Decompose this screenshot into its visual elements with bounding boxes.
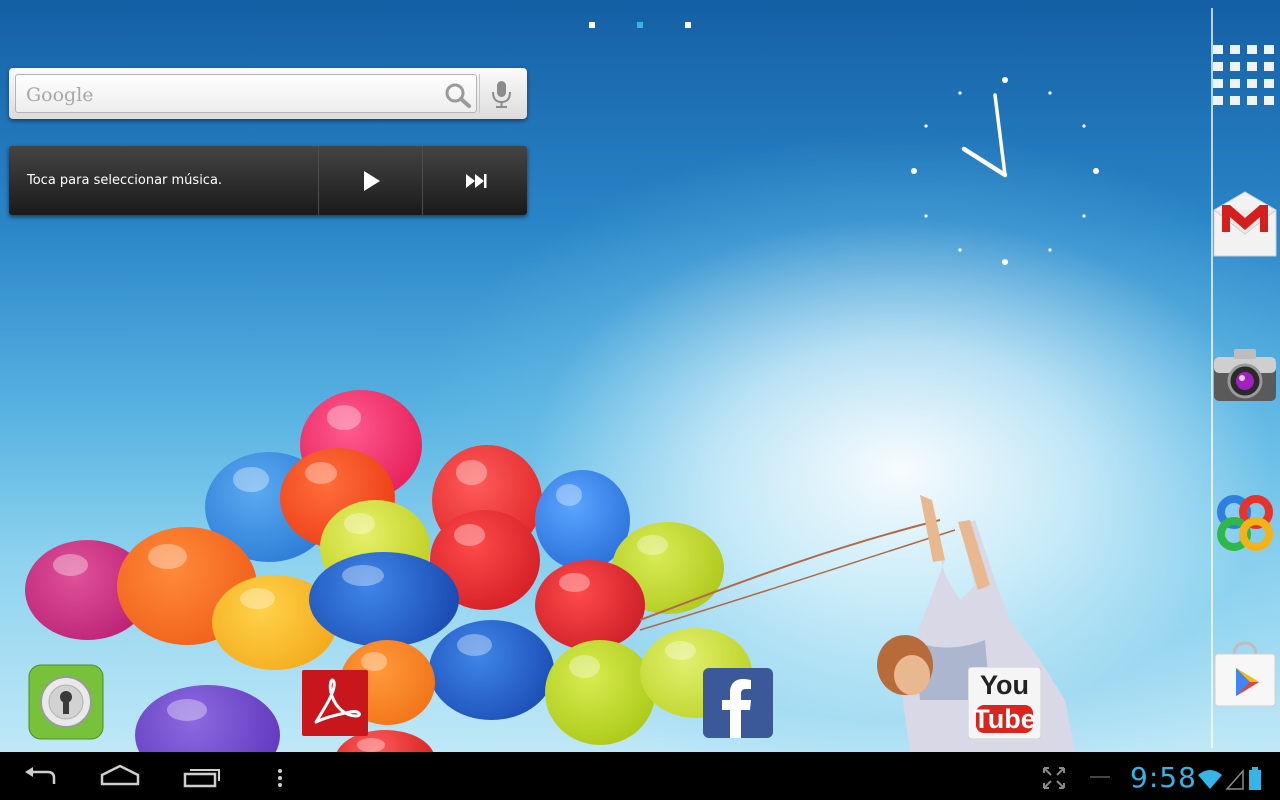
- wifi-icon: [1198, 770, 1222, 789]
- signal-icon: [1225, 769, 1244, 790]
- recent-apps-icon[interactable]: [180, 762, 222, 792]
- menu-icon[interactable]: [272, 762, 288, 792]
- status-clock[interactable]: 9:58: [1130, 761, 1197, 794]
- go-locker-icon: [28, 664, 104, 740]
- facebook-icon: [703, 668, 773, 738]
- system-navigation-bar: 9:58: [0, 752, 1280, 800]
- home-icon[interactable]: [98, 762, 142, 792]
- play-icon: [364, 171, 380, 191]
- clock-hour-hand: [961, 146, 1008, 178]
- google-logo: Google: [26, 84, 94, 106]
- page-indicator-dot: [589, 22, 595, 28]
- camera-app[interactable]: [1212, 345, 1278, 411]
- skip-next-icon: [466, 174, 487, 188]
- analog-clock-widget[interactable]: [905, 75, 1105, 275]
- google-search-widget: Google: [9, 68, 527, 119]
- screen-compat-icon[interactable]: [1040, 762, 1068, 792]
- page-indicator-dot-active: [637, 22, 643, 28]
- gmail-icon: [1213, 191, 1277, 257]
- search-icon: [445, 83, 471, 108]
- adobe-reader-icon: [302, 670, 368, 736]
- next-track-button[interactable]: [422, 146, 527, 215]
- go-locker-shortcut[interactable]: [28, 664, 104, 744]
- page-indicator-dot: [685, 22, 691, 28]
- notification-divider: [1090, 776, 1110, 778]
- play-store-icon: [1214, 641, 1276, 707]
- play-store-app[interactable]: [1212, 640, 1278, 707]
- facebook-shortcut[interactable]: [703, 668, 773, 742]
- voice-search-button[interactable]: [479, 74, 522, 113]
- camera-icon: [1214, 349, 1276, 401]
- adobe-reader-shortcut[interactable]: [302, 670, 368, 740]
- clock-minute-hand: [993, 93, 1007, 177]
- go-launcher-icon: [1217, 495, 1273, 551]
- music-widget[interactable]: Toca para seleccionar música.: [9, 146, 527, 215]
- battery-icon: [1249, 767, 1261, 790]
- back-icon[interactable]: [20, 762, 60, 792]
- play-button[interactable]: [318, 146, 423, 215]
- youtube-label-you: You: [980, 670, 1029, 700]
- microphone-icon: [492, 81, 511, 108]
- music-select-prompt[interactable]: Toca para seleccionar música.: [27, 173, 222, 188]
- search-input[interactable]: Google: [15, 74, 477, 113]
- youtube-shortcut[interactable]: You Tube: [968, 667, 1041, 739]
- youtube-label-tube: Tube: [973, 704, 1036, 734]
- all-apps-button[interactable]: [1213, 45, 1277, 105]
- go-launcher-app[interactable]: [1212, 490, 1278, 556]
- gmail-app[interactable]: [1212, 190, 1278, 257]
